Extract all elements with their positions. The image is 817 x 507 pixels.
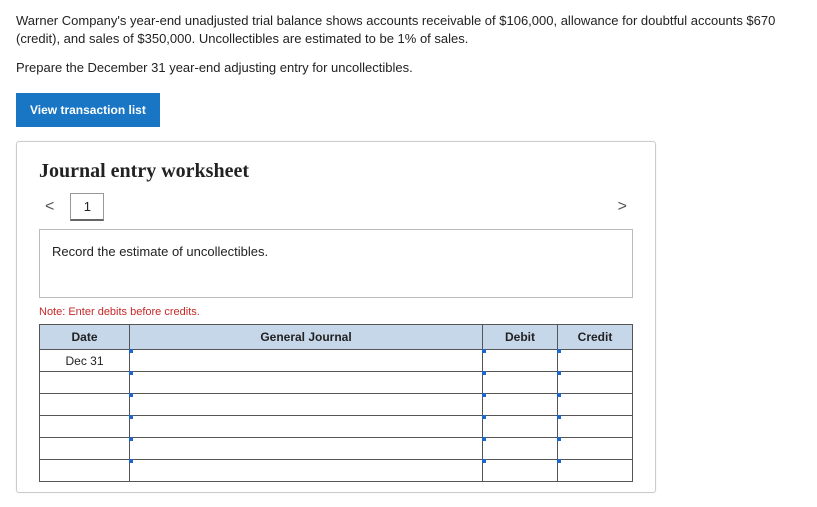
cell-credit[interactable]: [558, 394, 633, 416]
cell-debit[interactable]: [483, 394, 558, 416]
cell-date[interactable]: [40, 394, 130, 416]
problem-line1: Warner Company's year-end unadjusted tri…: [16, 13, 775, 46]
table-row: [40, 372, 633, 394]
journal-entry-card: Journal entry worksheet < 1 > Record the…: [16, 141, 656, 493]
problem-instruction: Prepare the December 31 year-end adjusti…: [16, 60, 801, 75]
worksheet-title: Journal entry worksheet: [39, 160, 633, 183]
cell-date[interactable]: Dec 31: [40, 350, 130, 372]
table-row: Dec 31: [40, 350, 633, 372]
cell-general-journal[interactable]: [130, 350, 483, 372]
cell-general-journal[interactable]: [130, 460, 483, 482]
debits-before-credits-note: Note: Enter debits before credits.: [39, 306, 633, 318]
table-row: [40, 438, 633, 460]
cell-debit[interactable]: [483, 350, 558, 372]
tab-1[interactable]: 1: [70, 193, 104, 221]
cell-general-journal[interactable]: [130, 438, 483, 460]
col-debit: Debit: [483, 325, 558, 350]
entry-instruction-text: Record the estimate of uncollectibles.: [52, 244, 268, 259]
cell-date[interactable]: [40, 372, 130, 394]
cell-general-journal[interactable]: [130, 394, 483, 416]
col-credit: Credit: [558, 325, 633, 350]
prev-entry-chevron[interactable]: <: [39, 194, 60, 220]
cell-debit[interactable]: [483, 372, 558, 394]
tab-row: < 1 >: [39, 193, 633, 221]
cell-debit[interactable]: [483, 416, 558, 438]
journal-header-row: Date General Journal Debit Credit: [40, 325, 633, 350]
entry-instruction-box: Record the estimate of uncollectibles.: [39, 229, 633, 298]
view-transaction-list-button[interactable]: View transaction list: [16, 93, 160, 127]
table-row: [40, 416, 633, 438]
cell-general-journal[interactable]: [130, 416, 483, 438]
cell-credit[interactable]: [558, 438, 633, 460]
table-row: [40, 460, 633, 482]
cell-date[interactable]: [40, 438, 130, 460]
col-gj: General Journal: [130, 325, 483, 350]
problem-statement: Warner Company's year-end unadjusted tri…: [16, 12, 801, 48]
cell-date[interactable]: [40, 460, 130, 482]
cell-debit[interactable]: [483, 438, 558, 460]
cell-credit[interactable]: [558, 460, 633, 482]
cell-debit[interactable]: [483, 460, 558, 482]
cell-credit[interactable]: [558, 372, 633, 394]
col-date: Date: [40, 325, 130, 350]
cell-general-journal[interactable]: [130, 372, 483, 394]
table-row: [40, 394, 633, 416]
next-entry-chevron[interactable]: >: [612, 194, 633, 220]
cell-date[interactable]: [40, 416, 130, 438]
cell-credit[interactable]: [558, 416, 633, 438]
cell-credit[interactable]: [558, 350, 633, 372]
journal-table: Date General Journal Debit Credit Dec 31: [39, 324, 633, 482]
